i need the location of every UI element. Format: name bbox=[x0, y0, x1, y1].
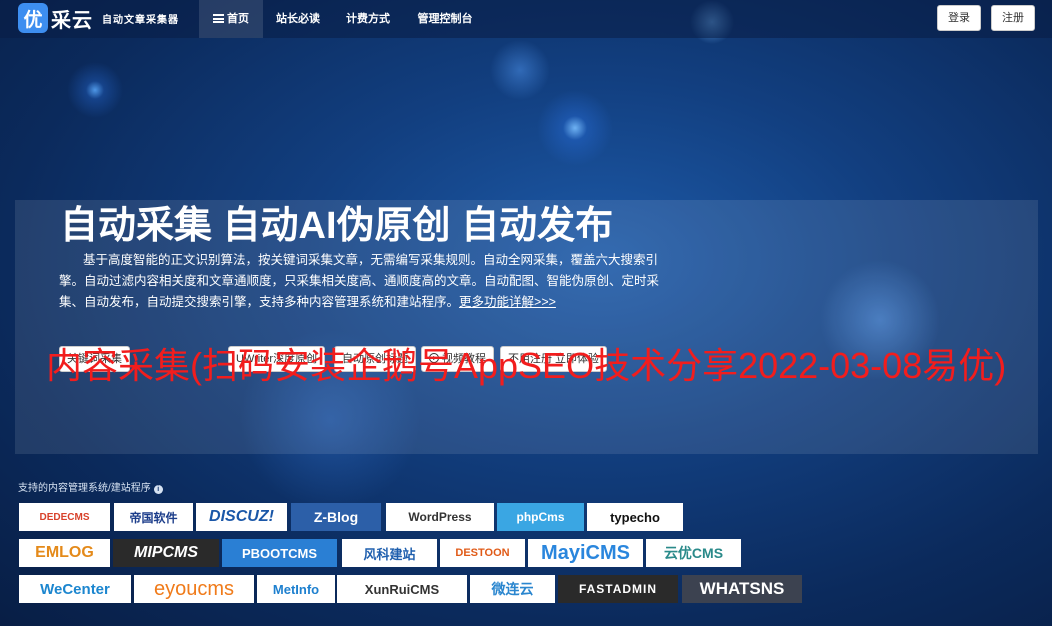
logo-text: 采云 bbox=[51, 9, 93, 32]
cms-logo-emlog: EMLOG bbox=[19, 539, 110, 567]
cms-logo-fengke: 风科建站 bbox=[342, 539, 437, 567]
cms-logo-discuz: DISCUZ! bbox=[196, 503, 287, 531]
cms-logo-fastadmin: FASTADMIN bbox=[558, 575, 678, 603]
nav-item-console[interactable]: 管理控制台 bbox=[403, 0, 487, 38]
cms-logo-diguo: 帝国软件 bbox=[114, 503, 193, 531]
cms-logo-mayicms: MayiCMS bbox=[528, 539, 643, 567]
cms-logo-metinfo: MetInfo bbox=[257, 575, 335, 603]
logo-badge: 优 bbox=[18, 3, 48, 33]
register-button[interactable]: 注册 bbox=[991, 5, 1035, 31]
cms-logo-eyoucms: eyoucms bbox=[134, 575, 254, 603]
cms-logo-xunruicms: XunRuiCMS bbox=[337, 575, 467, 603]
more-features-link[interactable]: 更多功能详解>>> bbox=[459, 295, 556, 309]
cms-logo-weilianyun: 微连云 bbox=[470, 575, 555, 603]
hero-description: 基于高度智能的正文识别算法，按关键词采集文章，无需编写采集规则。自动全网采集，覆… bbox=[59, 250, 659, 313]
cms-logo-yunyou: 云优CMS bbox=[646, 539, 741, 567]
menu-list-icon bbox=[213, 14, 224, 23]
cms-logo-typecho: typecho bbox=[587, 503, 683, 531]
site-logo[interactable]: 优 采云 自动文章采集器 bbox=[18, 3, 179, 33]
overlay-caption: 内容采集(扫码安装企鹅号AppSEO技术分享2022-03-08易优) bbox=[46, 345, 1007, 386]
cms-logo-phpcms: phpCms bbox=[497, 503, 584, 531]
cms-logo-dedecms: DEDECMS bbox=[19, 503, 110, 531]
nav-item-webmaster-must-read[interactable]: 站长必读 bbox=[263, 0, 333, 38]
hero-title: 自动采集 自动AI伪原创 自动发布 bbox=[60, 205, 614, 247]
cms-support-label: 支持的内容管理系统/建站程序 i bbox=[18, 479, 163, 494]
hero-description-text: 基于高度智能的正文识别算法，按关键词采集文章，无需编写采集规则。自动全网采集，覆… bbox=[59, 253, 660, 309]
cms-logo-wecenter: WeCenter bbox=[19, 575, 131, 603]
nav-item-home[interactable]: 首页 bbox=[199, 0, 263, 38]
info-icon: i bbox=[153, 485, 163, 494]
cms-logo-mipcms: MIPCMS bbox=[113, 539, 219, 567]
cms-logo-wordpress: WordPress bbox=[386, 503, 494, 531]
login-button[interactable]: 登录 bbox=[937, 5, 981, 31]
cms-logo-zblog: Z-Blog bbox=[291, 503, 381, 531]
cms-logo-destoon: DESTOON bbox=[440, 539, 525, 567]
top-navbar: 优 采云 自动文章采集器 首页 站长必读 计费方式 管理控制台 登录 注册 bbox=[0, 0, 1052, 38]
logo-slogan: 自动文章采集器 bbox=[102, 14, 179, 26]
cms-logo-pbootcms: PBOOTCMS bbox=[222, 539, 337, 567]
nav-item-pricing[interactable]: 计费方式 bbox=[333, 0, 403, 38]
cms-logo-whatsns: WHATSNS bbox=[682, 575, 802, 603]
